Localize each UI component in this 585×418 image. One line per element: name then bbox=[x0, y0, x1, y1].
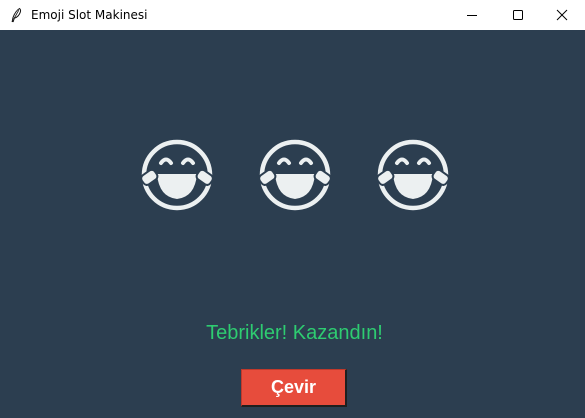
title-bar[interactable]: Emoji Slot Makinesi bbox=[0, 0, 585, 30]
face-with-tears-of-joy-icon bbox=[258, 139, 332, 211]
app-window: Emoji Slot Makinesi Tebrikler! Kazandın!… bbox=[0, 0, 585, 418]
reel-3 bbox=[375, 137, 451, 213]
reel-1 bbox=[139, 137, 215, 213]
maximize-button[interactable] bbox=[495, 0, 541, 30]
minimize-button[interactable] bbox=[449, 0, 495, 30]
maximize-icon bbox=[512, 6, 524, 25]
reel-2 bbox=[257, 137, 333, 213]
spin-button[interactable]: Çevir bbox=[241, 369, 347, 407]
result-message: Tebrikler! Kazandın! bbox=[206, 322, 383, 344]
close-button[interactable] bbox=[539, 0, 585, 30]
window-title: Emoji Slot Makinesi bbox=[31, 8, 148, 22]
face-with-tears-of-joy-icon bbox=[376, 139, 450, 211]
slot-machine-area: Tebrikler! Kazandın! Çevir bbox=[0, 30, 585, 418]
feather-icon bbox=[8, 7, 24, 23]
face-with-tears-of-joy-icon bbox=[140, 139, 214, 211]
minimize-icon bbox=[466, 6, 478, 25]
close-icon bbox=[556, 6, 568, 25]
